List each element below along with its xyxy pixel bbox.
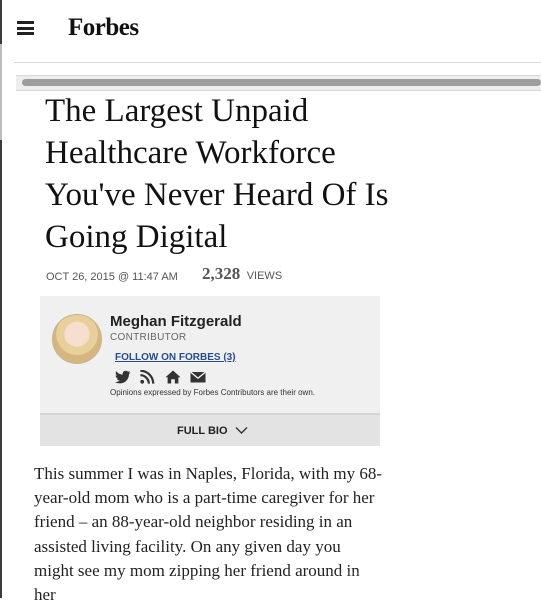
author-name[interactable]: Meghan Fitzgerald: [110, 313, 242, 330]
horizontal-scrollbar[interactable]: [16, 75, 541, 91]
email-icon[interactable]: [190, 370, 206, 384]
chevron-down-icon: [235, 427, 248, 434]
rss-icon[interactable]: [140, 370, 156, 384]
contributor-disclaimer: Opinions expressed by Forbes Contributor…: [110, 388, 315, 397]
hamburger-menu-icon[interactable]: [17, 21, 34, 35]
publish-date: OCT 26, 2015 @ 11:47 AM: [46, 271, 178, 283]
follow-on-forbes-link[interactable]: FOLLOW ON FORBES (3): [115, 352, 236, 363]
article-paragraph: This summer I was in Naples, Florida, wi…: [34, 464, 382, 605]
avatar[interactable]: [52, 314, 102, 364]
forbes-logo[interactable]: Forbes: [68, 14, 139, 42]
twitter-icon[interactable]: [115, 370, 131, 384]
author-card: Meghan Fitzgerald CONTRIBUTOR FOLLOW ON …: [40, 296, 380, 446]
view-count-number: 2,328: [202, 264, 241, 283]
view-count: 2,328 VIEWS: [202, 264, 282, 284]
home-icon[interactable]: [165, 370, 181, 384]
site-header: Forbes: [0, 0, 541, 62]
full-bio-toggle[interactable]: FULL BIO: [40, 415, 380, 446]
view-count-label: VIEWS: [246, 270, 283, 282]
article-title: The Largest Unpaid Healthcare Workforce …: [45, 93, 389, 255]
author-role: CONTRIBUTOR: [110, 332, 187, 343]
horizontal-scrollbar-thumb[interactable]: [22, 79, 541, 86]
full-bio-label: FULL BIO: [177, 425, 228, 437]
header-divider: [14, 62, 541, 63]
